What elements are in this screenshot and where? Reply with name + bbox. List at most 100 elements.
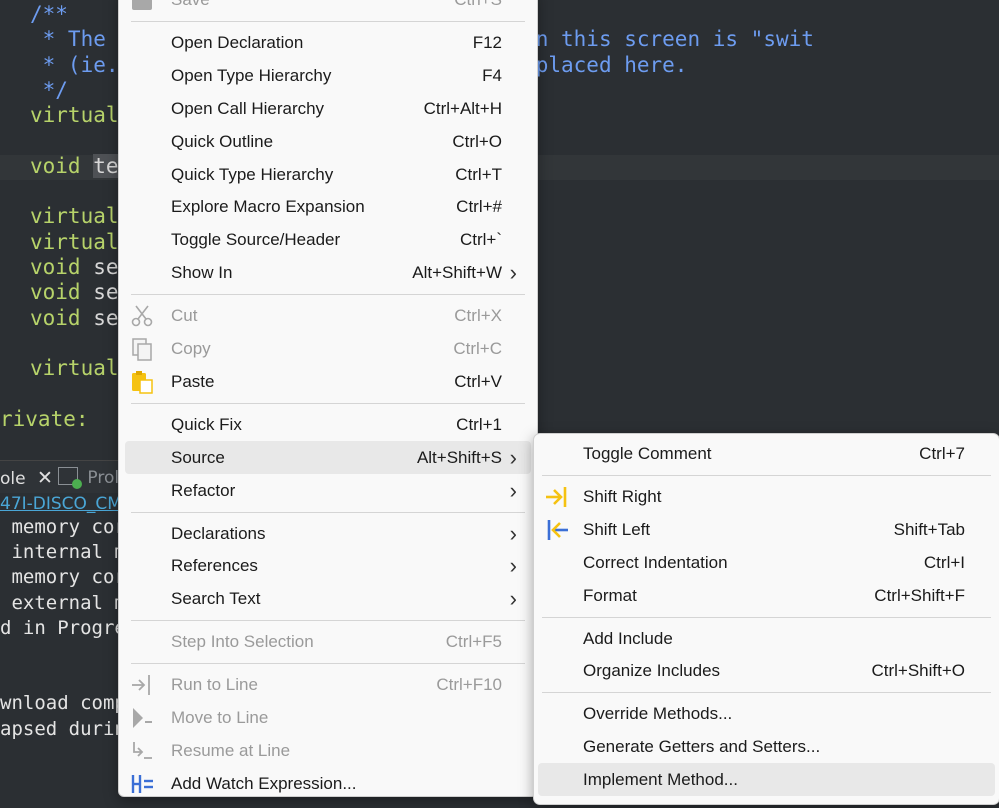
- menu-item-show-in[interactable]: Show In Alt+Shift+W ›: [119, 256, 537, 289]
- cut-icon: [129, 303, 155, 329]
- tab-problems[interactable]: Prol: [58, 465, 119, 491]
- menu-item-add-include[interactable]: Add Include: [534, 622, 999, 655]
- menu-item-copy[interactable]: Copy Ctrl+C: [119, 332, 537, 365]
- console-line: internal m: [0, 541, 126, 564]
- chevron-right-icon: ›: [509, 520, 517, 546]
- console-launch-name[interactable]: 47I-DISCO_CM7: [0, 494, 133, 514]
- menu-item-source[interactable]: Source Alt+Shift+S ›: [125, 440, 531, 474]
- menu-item-references[interactable]: References ›: [119, 549, 537, 582]
- menu-item-shortcut: Ctrl+T: [455, 164, 502, 184]
- menu-item-label: Refactor: [171, 480, 236, 500]
- menu-item-shortcut: Alt+Shift+W: [412, 263, 502, 283]
- menu-item-label: Shift Left: [583, 519, 651, 539]
- console-line: memory cor: [0, 516, 126, 538]
- move-to-line-icon: [129, 705, 155, 731]
- menu-item-label: Quick Type Hierarchy: [171, 164, 334, 184]
- menu-item-correct-indentation[interactable]: Correct Indentation Ctrl+I: [534, 546, 999, 579]
- menu-item-label: Open Call Hierarchy: [171, 98, 325, 118]
- code-line: rivate:: [0, 407, 89, 432]
- menu-item-label: References: [171, 556, 258, 576]
- menu-item-shortcut: Ctrl+X: [454, 306, 502, 326]
- console-line: external m: [0, 591, 126, 614]
- menu-item-generate-getters-and-setters[interactable]: Generate Getters and Setters...: [534, 730, 999, 763]
- menu-separator: [131, 20, 525, 22]
- menu-item-refactor[interactable]: Refactor ›: [119, 474, 537, 507]
- code-line: void te: [30, 153, 119, 179]
- menu-item-label: Add Include: [583, 628, 673, 648]
- menu-item-paste[interactable]: Paste Ctrl+V: [119, 365, 537, 398]
- code-token: void: [30, 305, 94, 330]
- menu-item-quick-type-hierarchy[interactable]: Quick Type Hierarchy Ctrl+T: [119, 158, 537, 191]
- menu-item-label: Implement Method...: [583, 770, 738, 790]
- menu-item-run-to-line[interactable]: Run to Line Ctrl+F10: [119, 668, 537, 701]
- code-token: void: [30, 153, 94, 178]
- code-line: void se: [30, 255, 119, 280]
- menu-item-shortcut: F12: [472, 32, 502, 52]
- menu-item-shift-left[interactable]: Shift Left Shift+Tab: [534, 513, 999, 546]
- menu-item-label: Format: [583, 585, 637, 605]
- menu-item-shortcut: Ctrl+C: [453, 339, 502, 358]
- menu-item-label: Correct Indentation: [583, 552, 728, 572]
- code-token: * The: [30, 27, 119, 52]
- menu-item-declarations[interactable]: Declarations ›: [119, 517, 537, 550]
- menu-item-label: Show In: [171, 263, 233, 283]
- menu-item-toggle-comment[interactable]: Toggle Comment Ctrl+7: [534, 437, 999, 470]
- code-token: */: [30, 77, 68, 102]
- menu-item-organize-includes[interactable]: Organize Includes Ctrl+Shift+O: [534, 654, 999, 687]
- menu-item-label: Shift Right: [583, 486, 662, 506]
- menu-item-shortcut: Shift+Tab: [893, 519, 965, 539]
- menu-item-label: Toggle Comment: [583, 444, 712, 463]
- code-token: virtual: [30, 356, 119, 381]
- menu-item-search-text[interactable]: Search Text ›: [119, 582, 537, 615]
- menu-item-label: Move to Line: [171, 708, 269, 727]
- menu-item-resume-at-line[interactable]: Resume at Line: [119, 734, 537, 767]
- menu-separator: [131, 511, 525, 513]
- menu-item-save[interactable]: Save Ctrl+S: [119, 0, 537, 16]
- menu-item-shortcut: Ctrl+V: [454, 371, 502, 391]
- menu-item-open-type-hierarchy[interactable]: Open Type Hierarchy F4: [119, 59, 537, 92]
- menu-item-label: Declarations: [171, 523, 266, 543]
- menu-separator: [131, 663, 525, 665]
- code-line: void se: [30, 306, 119, 331]
- menu-item-explore-macro-expansion[interactable]: Explore Macro Expansion Ctrl+#: [119, 190, 537, 223]
- menu-item-label: Paste: [171, 371, 215, 391]
- menu-item-shortcut: Ctrl+Shift+F: [874, 585, 965, 605]
- menu-item-label: Cut: [171, 306, 198, 326]
- menu-separator: [542, 692, 991, 694]
- chevron-right-icon: ›: [509, 260, 517, 286]
- console-line: wnload comp: [0, 692, 126, 715]
- menu-item-step-into-selection[interactable]: Step Into Selection Ctrl+F5: [119, 625, 537, 658]
- code-token: virtual: [30, 229, 119, 254]
- menu-item-shortcut: Ctrl+`: [459, 230, 502, 250]
- menu-item-format[interactable]: Format Ctrl+Shift+F: [534, 579, 999, 612]
- menu-item-override-methods[interactable]: Override Methods...: [534, 697, 999, 730]
- menu-item-quick-fix[interactable]: Quick Fix Ctrl+1: [119, 408, 537, 441]
- menu-item-shift-right[interactable]: Shift Right: [534, 480, 999, 513]
- menu-separator: [131, 294, 525, 296]
- menu-item-implement-method[interactable]: Implement Method...: [538, 763, 995, 797]
- menu-item-toggle-source-header[interactable]: Toggle Source/Header Ctrl+`: [119, 223, 537, 256]
- menu-item-shortcut: Ctrl+S: [454, 0, 502, 16]
- menu-item-shortcut: Ctrl+O: [452, 131, 502, 151]
- console-line: apsed durin: [0, 717, 126, 740]
- menu-item-shortcut: F4: [482, 65, 502, 85]
- tab-console[interactable]: ole ✕: [0, 465, 53, 491]
- console-line: d in Progre: [0, 616, 126, 639]
- menu-item-cut[interactable]: Cut Ctrl+X: [119, 299, 537, 332]
- menu-item-shortcut: Ctrl+Shift+O: [871, 661, 965, 681]
- chevron-right-icon: ›: [509, 477, 517, 503]
- menu-item-move-to-line[interactable]: Move to Line: [119, 701, 537, 734]
- menu-item-open-call-hierarchy[interactable]: Open Call Hierarchy Ctrl+Alt+H: [119, 92, 537, 125]
- menu-item-quick-outline[interactable]: Quick Outline Ctrl+O: [119, 125, 537, 158]
- menu-item-open-declaration[interactable]: Open Declaration F12: [119, 26, 537, 59]
- close-icon[interactable]: ✕: [37, 467, 53, 489]
- run-to-line-icon: [129, 672, 155, 698]
- problems-icon: [58, 467, 82, 489]
- menu-item-label: Search Text: [171, 589, 261, 609]
- menu-separator: [542, 474, 991, 476]
- chevron-right-icon: ›: [509, 586, 517, 612]
- watch-expression-icon: [129, 771, 155, 797]
- menu-item-label: Open Type Hierarchy: [171, 65, 332, 85]
- tab-problems-label: Prol: [87, 468, 120, 488]
- menu-item-label: Copy: [171, 339, 211, 358]
